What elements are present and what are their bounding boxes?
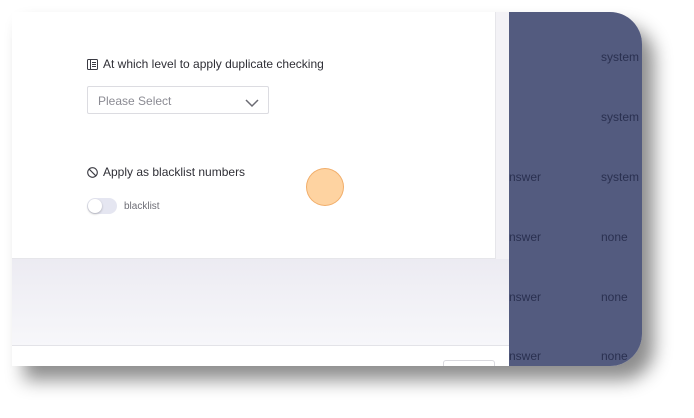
blacklist-label: Apply as blacklist numbers	[103, 165, 246, 179]
bg-cell-answer: nswer	[509, 230, 542, 244]
blacklist-toggle[interactable]	[87, 198, 117, 214]
duplicate-level-label-row: At which level to apply duplicate checki…	[87, 57, 324, 71]
footer-button[interactable]	[443, 360, 495, 366]
bg-cell-answer: nswer	[509, 349, 542, 363]
chevron-down-icon	[245, 95, 259, 108]
duplicate-level-label: At which level to apply duplicate checki…	[103, 57, 324, 71]
bg-cell-none: none	[601, 230, 628, 244]
bg-cell-system: system	[601, 110, 640, 124]
app-frame: system system nswer system nswer none ns…	[12, 12, 642, 366]
click-indicator	[306, 168, 344, 206]
list-icon	[87, 58, 98, 70]
select-placeholder: Please Select	[98, 94, 172, 108]
bg-cell-answer: nswer	[509, 290, 542, 304]
background-table-overlay	[509, 12, 642, 366]
toggle-knob	[88, 199, 102, 213]
bg-cell-system: system	[601, 170, 640, 184]
settings-card: At which level to apply duplicate checki…	[12, 12, 496, 259]
bg-cell-answer: nswer	[509, 170, 542, 184]
bg-cell-system: system	[601, 50, 640, 64]
modal-footer	[12, 345, 509, 366]
bg-cell-none: none	[601, 290, 628, 304]
block-icon	[87, 166, 98, 178]
blacklist-label-row: Apply as blacklist numbers	[87, 165, 245, 179]
modal-body-fade	[12, 259, 509, 345]
blacklist-toggle-label: blacklist	[124, 201, 160, 212]
bg-cell-none: none	[601, 349, 628, 363]
duplicate-level-select[interactable]: Please Select	[87, 86, 269, 114]
